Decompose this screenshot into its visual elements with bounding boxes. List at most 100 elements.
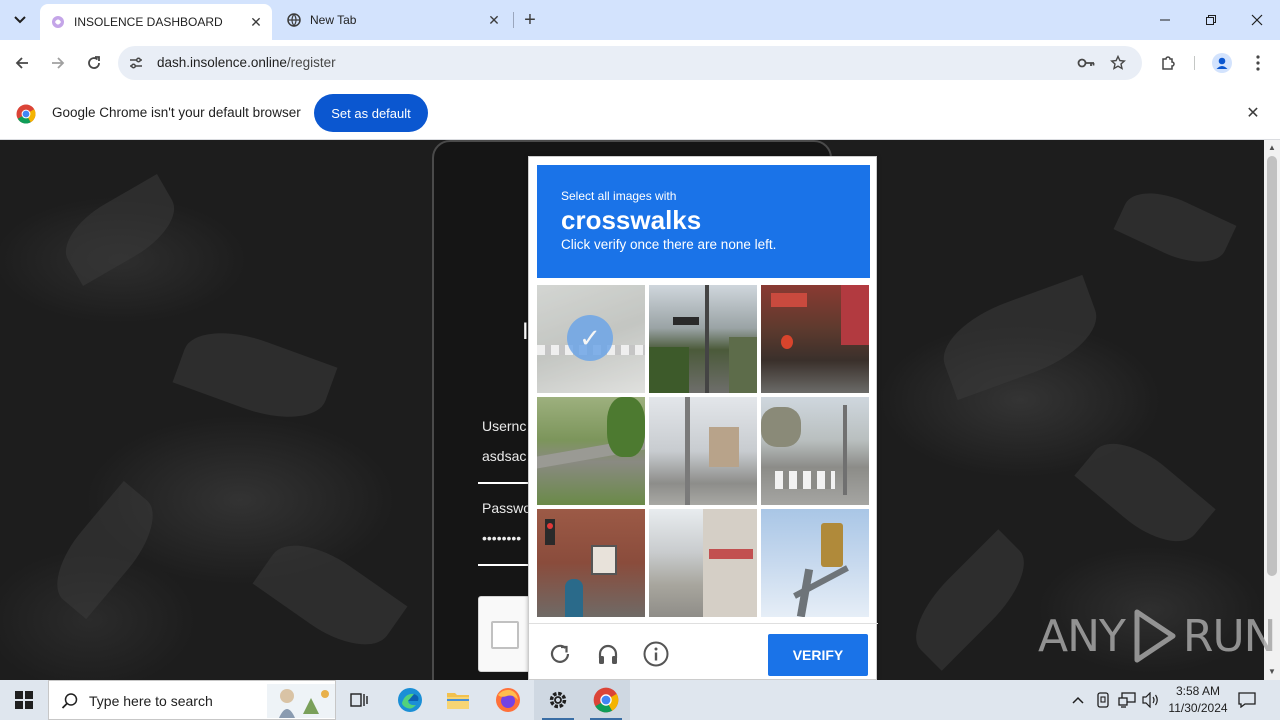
device-icon <box>1097 692 1109 708</box>
signal-arm <box>793 565 849 599</box>
start-button[interactable] <box>0 680 48 720</box>
tab-title: INSOLENCE DASHBOARD <box>74 15 223 29</box>
chevron-up-icon <box>1072 696 1084 704</box>
captcha-tile-8[interactable] <box>649 509 757 617</box>
utility-pole <box>685 397 690 505</box>
reload-button[interactable] <box>78 47 110 79</box>
puzzle-icon <box>1162 56 1175 70</box>
volume-button[interactable] <box>1140 680 1162 720</box>
minimize-button[interactable] <box>1142 0 1188 40</box>
url-path: /register <box>286 55 336 70</box>
reload-challenge-button[interactable] <box>546 640 574 668</box>
lantern <box>781 335 793 349</box>
tab-title: New Tab <box>310 13 357 27</box>
checkmark-icon: ✓ <box>567 315 613 361</box>
username-field[interactable]: asdsac <box>482 448 526 464</box>
file-explorer-taskbar-button[interactable] <box>434 680 482 720</box>
scroll-down-icon[interactable]: ▼ <box>1268 668 1276 676</box>
captcha-tile-1[interactable]: ✓ <box>537 285 645 393</box>
captcha-tile-7[interactable] <box>537 509 645 617</box>
windows-taskbar: Type here to search 3:58 AM 11/30/2024 <box>0 680 1280 720</box>
tab-search-button[interactable] <box>8 8 32 32</box>
gear-icon <box>549 691 567 709</box>
network-button[interactable] <box>1116 680 1138 720</box>
chrome-icon <box>593 687 619 713</box>
leaf-decoration <box>1113 179 1237 276</box>
address-bar[interactable]: dash.insolence.online/register <box>118 46 1142 80</box>
menu-button[interactable] <box>1242 47 1274 79</box>
settings-taskbar-button[interactable] <box>534 680 582 720</box>
recaptcha-checkbox[interactable] <box>491 621 519 649</box>
site-settings-icon[interactable] <box>126 53 146 73</box>
tree <box>607 397 645 457</box>
forward-arrow-icon <box>52 57 65 69</box>
info-button[interactable] <box>642 640 670 668</box>
task-view-button[interactable] <box>336 680 384 720</box>
leaf-decoration <box>53 174 187 286</box>
avatar-icon <box>1212 53 1232 73</box>
edge-taskbar-button[interactable] <box>386 680 434 720</box>
page-scrollbar[interactable]: ▲ ▼ <box>1264 140 1280 680</box>
close-icon[interactable]: ✕ <box>1244 104 1262 122</box>
captcha-tile-2[interactable] <box>649 285 757 393</box>
restore-button[interactable] <box>1188 0 1234 40</box>
back-button[interactable] <box>6 47 38 79</box>
building <box>709 427 739 467</box>
tab-new-tab[interactable]: New Tab ✕ <box>278 4 510 36</box>
captcha-instruction: Select all images with <box>561 189 677 203</box>
taskbar-clock[interactable]: 3:58 AM 11/30/2024 <box>1160 683 1236 717</box>
captcha-tile-5[interactable] <box>649 397 757 505</box>
info-icon <box>643 641 669 667</box>
reload-icon <box>88 56 100 69</box>
tab-insolence-dashboard[interactable]: INSOLENCE DASHBOARD ✕ <box>40 4 272 40</box>
leaf-decoration <box>252 526 408 664</box>
password-key-icon[interactable] <box>1076 53 1096 73</box>
edge-icon <box>398 688 422 712</box>
captcha-tile-4[interactable] <box>537 397 645 505</box>
forward-button[interactable] <box>42 47 74 79</box>
profile-button[interactable] <box>1206 47 1238 79</box>
scroll-up-icon[interactable]: ▲ <box>1268 144 1276 152</box>
notifications-button[interactable] <box>1236 680 1258 720</box>
captcha-tile-3[interactable] <box>761 285 869 393</box>
scroll-thumb[interactable] <box>1267 156 1277 576</box>
captcha-tile-6[interactable] <box>761 397 869 505</box>
new-tab-button[interactable]: + <box>518 8 542 32</box>
tree <box>649 347 689 393</box>
firefox-taskbar-button[interactable] <box>484 680 532 720</box>
password-field[interactable]: •••••••• <box>482 530 521 546</box>
tree <box>729 337 757 393</box>
verify-button[interactable]: VERIFY <box>768 634 868 676</box>
default-browser-infobar: Google Chrome isn't your default browser… <box>0 86 1280 140</box>
folder-icon <box>447 693 469 709</box>
task-view-icon <box>350 693 368 707</box>
leaf-decoration <box>172 316 338 434</box>
watermark-text: ANY <box>1038 610 1126 662</box>
captcha-grid: ✓ <box>537 285 870 618</box>
captcha-header: Select all images with crosswalks Click … <box>537 165 870 278</box>
tab-separator <box>513 12 514 28</box>
shop-sign <box>771 293 807 307</box>
taskbar-search[interactable]: Type here to search <box>48 680 336 720</box>
leaf-decoration <box>931 274 1109 401</box>
infobar-message: Google Chrome isn't your default browser <box>52 105 301 120</box>
close-icon[interactable]: ✕ <box>484 10 504 30</box>
toolbar-separator <box>1194 56 1195 70</box>
close-icon[interactable]: ✕ <box>246 12 266 32</box>
tray-device-button[interactable] <box>1092 680 1114 720</box>
firefox-icon <box>496 688 520 712</box>
close-icon <box>1251 14 1263 26</box>
set-default-button[interactable]: Set as default <box>314 94 428 132</box>
audio-challenge-button[interactable] <box>594 640 622 668</box>
chrome-logo-icon <box>16 104 36 124</box>
crosswalk-stripes <box>775 471 835 489</box>
captcha-tile-9[interactable] <box>761 509 869 617</box>
search-highlight-illustration <box>267 684 335 718</box>
clock-time: 3:58 AM <box>1175 684 1221 698</box>
extensions-button[interactable] <box>1152 47 1184 79</box>
bookmark-star-icon[interactable] <box>1108 53 1128 73</box>
traffic-pole <box>705 285 709 393</box>
show-hidden-icons-button[interactable] <box>1068 680 1088 720</box>
close-window-button[interactable] <box>1234 0 1280 40</box>
chrome-taskbar-button[interactable] <box>582 680 630 720</box>
